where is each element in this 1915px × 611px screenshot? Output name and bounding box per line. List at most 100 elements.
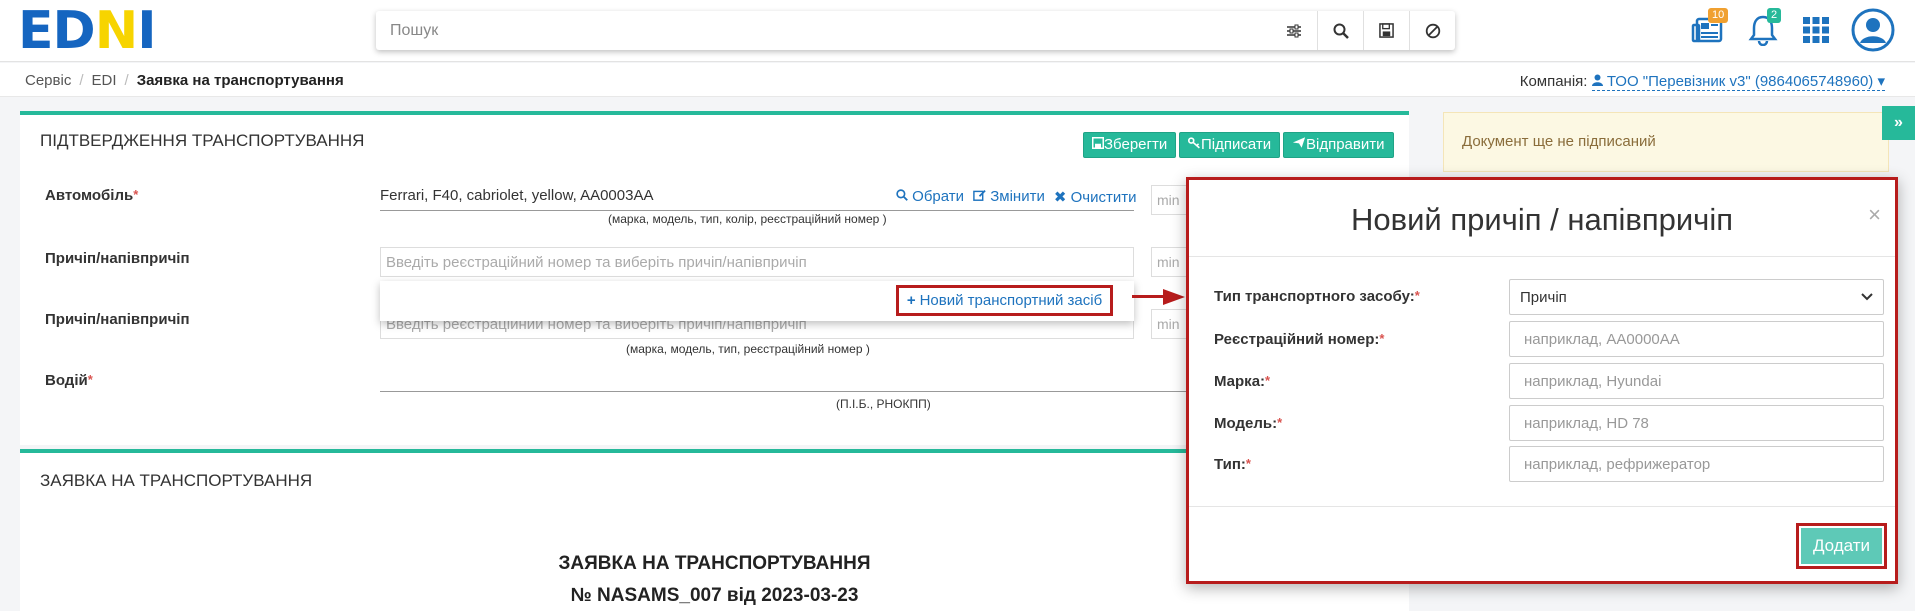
save-icon[interactable] <box>1363 11 1409 50</box>
breadcrumb-current: Заявка на транспортування <box>136 72 344 89</box>
breadcrumb-separator: / <box>124 72 129 89</box>
vehicle-type-value: Причіп <box>1520 288 1567 306</box>
model-label-text: Модель: <box>1214 415 1278 432</box>
trailer-label-1: Причіп/напівпричіп <box>45 250 190 267</box>
send-button-label: Відправити <box>1306 136 1385 153</box>
edin-logo[interactable]: ED N I <box>18 1 157 61</box>
reg-number-label: Реєстраційний номер:* <box>1214 331 1384 348</box>
vehicle-type-label-text: Тип транспортного засобу: <box>1214 288 1415 305</box>
new-trailer-modal: Новий причіп / напівпричіп × Тип транспо… <box>1186 177 1898 584</box>
breadcrumb-separator: / <box>79 72 84 89</box>
save-icon <box>1092 137 1104 149</box>
vehicle-type-select[interactable]: Причіп <box>1509 279 1884 315</box>
brand-label: Марка:* <box>1214 373 1270 390</box>
edit-icon <box>973 189 986 201</box>
confirm-panel-title: ПІДТВЕРДЖЕННЯ ТРАНСПОРТУВАННЯ <box>40 131 365 150</box>
top-bar: EDNI 10 2 <box>0 0 1915 62</box>
clear-link[interactable]: ✖ Очистити <box>1054 188 1137 206</box>
car-label: Автомобіль* <box>45 187 138 204</box>
required-asterisk: * <box>1245 456 1251 471</box>
reg-number-input[interactable]: наприклад, AA0000AA <box>1509 321 1884 357</box>
request-panel-title: ЗАЯВКА НА ТРАНСПОРТУВАННЯ <box>40 471 313 490</box>
modal-footer-divider <box>1189 506 1895 507</box>
new-vehicle-label: Новий транспортний засіб <box>919 292 1103 309</box>
required-asterisk: * <box>1277 415 1283 430</box>
save-button[interactable]: Зберегти <box>1083 132 1177 158</box>
trailer-hint: (марка, модель, тип, реєстраційний номер… <box>626 342 870 356</box>
document-number: № NASAMS_007 від 2023-03-23 <box>570 585 859 606</box>
company-dropdown[interactable]: ТОО "Перевізник v3" (9864065748960) ▾ <box>1591 73 1885 91</box>
add-button[interactable]: Додати <box>1801 528 1882 564</box>
apps-grid-icon[interactable] <box>1796 10 1836 50</box>
choose-link-label: Обрати <box>912 188 965 205</box>
driver-field[interactable] <box>380 364 1186 392</box>
car-actions: Обрати Змінити ✖ Очистити <box>896 188 1136 206</box>
clear-link-label: Очистити <box>1070 189 1137 206</box>
search-icon <box>896 189 908 201</box>
model-input[interactable]: наприклад, HD 78 <box>1509 405 1884 441</box>
sign-button-label: Підписати <box>1201 136 1272 153</box>
new-vehicle-link[interactable]: + Новий транспортний засіб <box>896 285 1113 316</box>
required-asterisk: * <box>1414 288 1420 303</box>
model-label: Модель:* <box>1214 415 1282 432</box>
paper-plane-icon <box>1292 137 1306 148</box>
caret-down-icon: ▾ <box>1877 73 1885 90</box>
double-chevron-right-icon: » <box>1894 114 1903 131</box>
car-label-text: Автомобіль <box>45 187 134 204</box>
chevron-down-icon <box>1861 293 1873 301</box>
trailer-label-2: Причіп/напівпричіп <box>45 311 190 328</box>
documents-icon[interactable]: 10 <box>1688 8 1729 50</box>
driver-label-text: Водій <box>45 372 88 389</box>
close-icon: ✖ <box>1053 189 1067 206</box>
required-asterisk: * <box>1265 373 1271 388</box>
company-label: Компанія: <box>1519 73 1588 90</box>
trailer-input-1[interactable]: Введіть реєстраційний номер та виберіть … <box>380 247 1134 277</box>
required-asterisk: * <box>87 372 93 387</box>
brand-label-text: Марка: <box>1214 373 1266 390</box>
user-icon <box>1591 74 1603 86</box>
type-label: Тип:* <box>1214 456 1251 473</box>
clear-ban-icon[interactable] <box>1409 11 1455 50</box>
driver-hint: (П.І.Б., РНОКПП) <box>836 397 931 411</box>
annotation-arrow-head <box>1163 289 1185 305</box>
company-selector: Компанія: ТОО "Перевізник v3" (986406574… <box>1519 72 1885 91</box>
vehicle-type-label: Тип транспортного засобу:* <box>1214 288 1420 305</box>
logo-n: N <box>94 1 139 61</box>
annotation-arrow-line <box>1132 295 1165 298</box>
documents-badge: 10 <box>1708 8 1729 23</box>
change-link-label: Змінити <box>990 188 1045 205</box>
search-input[interactable] <box>376 11 1271 50</box>
send-button[interactable]: Відправити <box>1283 132 1394 158</box>
breadcrumb-bar: Сервіс / EDI / Заявка на транспортування… <box>0 63 1915 97</box>
reg-number-label-text: Реєстраційний номер: <box>1214 331 1380 348</box>
add-button-highlight: Додати <box>1796 523 1887 569</box>
required-asterisk: * <box>1379 331 1385 346</box>
car-value: Ferrari, F40, cabriolet, yellow, AA0003A… <box>380 187 654 204</box>
document-status: Документ ще не підписаний <box>1443 112 1889 172</box>
notifications-badge: 2 <box>1767 8 1782 23</box>
plus-icon: + <box>906 292 916 309</box>
change-link[interactable]: Змінити <box>973 188 1045 206</box>
type-input[interactable]: наприклад, рефрижератор <box>1509 446 1884 482</box>
breadcrumb-item-edi[interactable]: EDI <box>92 72 117 89</box>
search-box <box>376 11 1455 50</box>
search-icon[interactable] <box>1317 11 1363 50</box>
type-label-text: Тип: <box>1214 456 1246 473</box>
modal-divider <box>1189 256 1895 257</box>
driver-label: Водій* <box>45 372 93 389</box>
car-hint: (марка, модель, тип, колір, реєстраційни… <box>608 212 887 226</box>
logo-ed: ED <box>18 1 96 61</box>
save-button-label: Зберегти <box>1104 136 1168 153</box>
breadcrumb: Сервіс / EDI / Заявка на транспортування <box>25 72 344 89</box>
key-icon <box>1188 137 1200 149</box>
expand-panel-button[interactable]: » <box>1882 106 1915 140</box>
notifications-bell-icon[interactable]: 2 <box>1743 8 1783 50</box>
brand-input[interactable]: наприклад, Hyundai <box>1509 363 1884 399</box>
choose-link[interactable]: Обрати <box>896 188 964 206</box>
close-icon[interactable]: × <box>1868 202 1881 228</box>
company-name: ТОО "Перевізник v3" (9864065748960) <box>1606 73 1874 90</box>
filter-sliders-icon[interactable] <box>1271 11 1317 50</box>
breadcrumb-item-service[interactable]: Сервіс <box>25 72 71 89</box>
user-avatar-icon[interactable] <box>1851 8 1895 52</box>
sign-button[interactable]: Підписати <box>1179 132 1281 158</box>
